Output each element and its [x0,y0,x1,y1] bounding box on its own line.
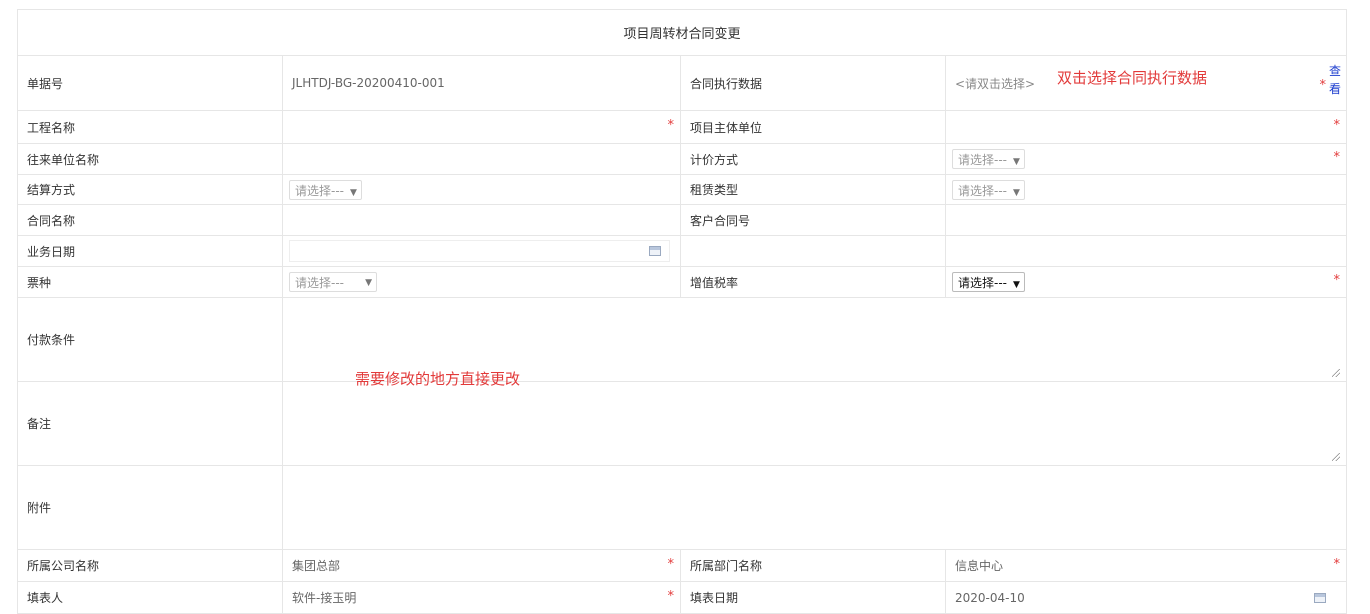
chevron-down-icon: ▼ [1013,280,1020,290]
pricing-method-selected: 请选择--- [958,153,1007,167]
ticket-type-selected: 请选择--- [295,276,344,290]
filler-label: 填表人 [17,581,283,614]
required-mark: * [1319,78,1327,93]
calendar-icon[interactable] [1314,592,1327,603]
empty-cell [680,235,946,267]
filler-value: 软件-接玉明 [292,591,357,605]
vat-rate-selected: 请选择--- [958,276,1007,290]
filler-field[interactable]: 软件-接玉明 * [282,581,681,614]
ticket-type-cell: 请选择--- ▼ [282,266,681,298]
partner-name-label: 往来单位名称 [17,143,283,175]
project-name-label: 工程名称 [17,110,283,144]
project-main-unit-input[interactable]: * [944,110,1348,144]
company-name-value: 集团总部 [292,559,341,573]
contract-change-form: 项目周转材合同变更 单据号 JLHTDJ-BG-20200410-001 合同执… [16,9,1348,614]
resize-handle-icon[interactable] [1332,369,1341,377]
company-name-label: 所属公司名称 [17,549,283,582]
resize-handle-icon[interactable] [1332,453,1341,461]
project-name-input[interactable]: * [282,110,681,144]
pricing-method-cell: 请选择--- ▼ * [944,143,1348,175]
doc-no-value: JLHTDJ-BG-20200410-001 [282,55,681,111]
ticket-type-select[interactable]: 请选择--- ▼ [289,272,377,292]
lease-type-label: 租赁类型 [680,174,946,205]
chevron-down-icon: ▼ [350,187,357,198]
fill-date-label: 填表日期 [680,581,946,614]
fill-date-field[interactable]: 2020-04-10 [944,581,1348,614]
vat-rate-select[interactable]: 请选择--- ▼ [952,272,1025,292]
double-click-hint-annotation: 双击选择合同执行数据 [1057,69,1208,87]
required-mark: * [1333,150,1341,165]
settlement-label: 结算方式 [17,174,283,205]
pricing-method-select[interactable]: 请选择--- ▼ [952,149,1025,169]
form-title: 项目周转材合同变更 [16,9,1348,56]
lease-type-select[interactable]: 请选择--- ▼ [952,179,1025,200]
contract-exec-label: 合同执行数据 [680,55,946,111]
required-mark: * [667,118,675,133]
required-mark: * [1333,118,1341,133]
required-mark: * [1333,556,1341,572]
required-mark: * [1333,273,1341,288]
required-mark: * [667,556,675,572]
vat-rate-cell: 请选择--- ▼ * [944,266,1348,298]
company-name-field[interactable]: 集团总部 * [282,549,681,582]
doc-no-label: 单据号 [17,55,283,111]
contract-exec-placeholder[interactable]: <请双击选择> [955,77,1035,91]
department-name-field[interactable]: 信息中心 * [944,549,1348,582]
settlement-select[interactable]: 请选择--- ▼ [289,179,362,200]
department-name-value: 信息中心 [955,559,1004,573]
department-name-label: 所属部门名称 [680,549,946,582]
form-table: 项目周转材合同变更 单据号 JLHTDJ-BG-20200410-001 合同执… [16,9,1348,614]
settlement-cell: 请选择--- ▼ [282,174,681,205]
chevron-down-icon: ▼ [1013,187,1020,198]
contract-name-label: 合同名称 [17,204,283,236]
chevron-down-icon: ▼ [1013,157,1020,167]
business-date-input[interactable] [289,240,670,262]
remarks-label: 备注 [17,381,283,466]
required-mark: * [667,588,675,604]
partner-name-input[interactable] [282,143,681,175]
fill-date-value: 2020-04-10 [955,590,1025,605]
view-link-char-2[interactable]: 看 [1329,82,1341,96]
lease-type-cell: 请选择--- ▼ [944,174,1348,205]
empty-cell [944,235,1348,267]
contract-name-input[interactable] [282,204,681,236]
attachments-area[interactable] [281,465,1348,550]
business-date-label: 业务日期 [17,235,283,267]
lease-type-selected: 请选择--- [958,183,1007,198]
remarks-textarea[interactable] [281,381,1348,466]
customer-contract-no-input[interactable] [944,204,1348,236]
business-date-cell [282,235,681,267]
chevron-down-icon: ▼ [365,278,372,288]
settlement-selected: 请选择--- [295,183,344,198]
attachments-label: 附件 [17,465,283,550]
project-main-unit-label: 项目主体单位 [680,110,946,144]
ticket-type-label: 票种 [17,266,283,298]
payment-terms-label: 付款条件 [17,297,283,382]
calendar-icon[interactable] [649,246,661,256]
view-link[interactable]: 查 看 [1329,62,1342,98]
customer-contract-no-label: 客户合同号 [680,204,946,236]
edit-hint-annotation: 需要修改的地方直接更改 [355,370,521,388]
view-link-char-1[interactable]: 查 [1329,64,1341,78]
vat-rate-label: 增值税率 [680,266,946,298]
pricing-method-label: 计价方式 [680,143,946,175]
